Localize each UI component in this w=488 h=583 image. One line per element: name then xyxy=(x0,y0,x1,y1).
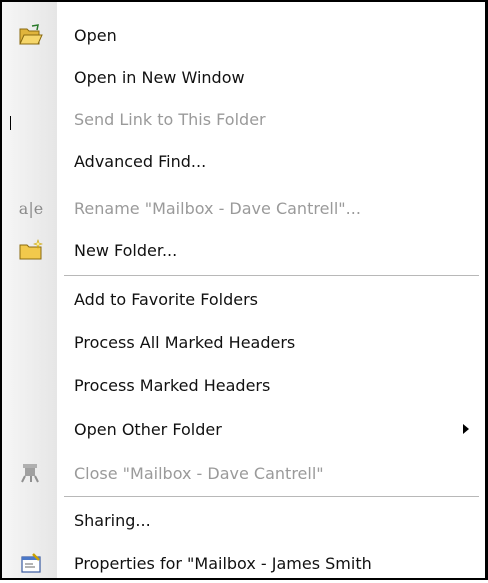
menu-item-label: Sharing... xyxy=(74,510,151,530)
menu-item-advanced-find[interactable]: Advanced Find... xyxy=(2,141,485,181)
rename-icon-text: a|e xyxy=(18,198,44,218)
menu-item-label: Open Other Folder xyxy=(74,419,222,439)
menu-separator xyxy=(64,275,479,277)
menu-item-open-other-folder[interactable]: Open Other Folder xyxy=(2,409,485,449)
submenu-arrow-icon xyxy=(463,424,469,434)
menu-item-label: Send Link to This Folder xyxy=(74,109,266,129)
rename-icon: a|e xyxy=(17,194,45,222)
close-mailbox-icon xyxy=(17,459,45,487)
open-folder-icon xyxy=(17,21,45,49)
menu-item-send-link[interactable]: Send Link to This Folder xyxy=(2,99,485,139)
menu-item-label: Rename "Mailbox - Dave Cantrell"... xyxy=(74,198,361,218)
menu-item-label: Advanced Find... xyxy=(74,151,207,171)
menu-item-label: Open xyxy=(74,25,117,45)
menu-item-process-all-marked[interactable]: Process All Marked Headers xyxy=(2,322,485,362)
menu-item-label: New Folder... xyxy=(74,240,178,260)
menu-item-open-new-window[interactable]: Open in New Window xyxy=(2,57,485,97)
menu-item-add-favorites[interactable]: Add to Favorite Folders xyxy=(2,279,485,319)
menu-item-open[interactable]: Open xyxy=(2,15,485,55)
menu-item-label: Process Marked Headers xyxy=(74,375,271,395)
menu-item-process-marked[interactable]: Process Marked Headers xyxy=(2,365,485,405)
new-folder-icon xyxy=(17,236,45,264)
properties-icon xyxy=(17,549,45,577)
menu-item-label: Add to Favorite Folders xyxy=(74,289,259,309)
menu-item-close-mailbox[interactable]: Close "Mailbox - Dave Cantrell" xyxy=(2,453,485,493)
menu-separator xyxy=(64,496,479,498)
menu-item-label: Open in New Window xyxy=(74,67,245,87)
menu-item-label: Close "Mailbox - Dave Cantrell" xyxy=(74,463,324,483)
menu-item-label: Process All Marked Headers xyxy=(74,332,296,352)
menu-item-new-folder[interactable]: New Folder... xyxy=(2,230,485,270)
menu-item-sharing[interactable]: Sharing... xyxy=(2,500,485,540)
context-menu: Open Open in New Window Send Link to Thi… xyxy=(0,0,488,580)
menu-item-rename[interactable]: a|e Rename "Mailbox - Dave Cantrell"... xyxy=(2,188,485,228)
menu-item-label: Properties for "Mailbox - James Smith xyxy=(74,553,372,573)
menu-item-properties[interactable]: Properties for "Mailbox - James Smith xyxy=(2,543,485,583)
